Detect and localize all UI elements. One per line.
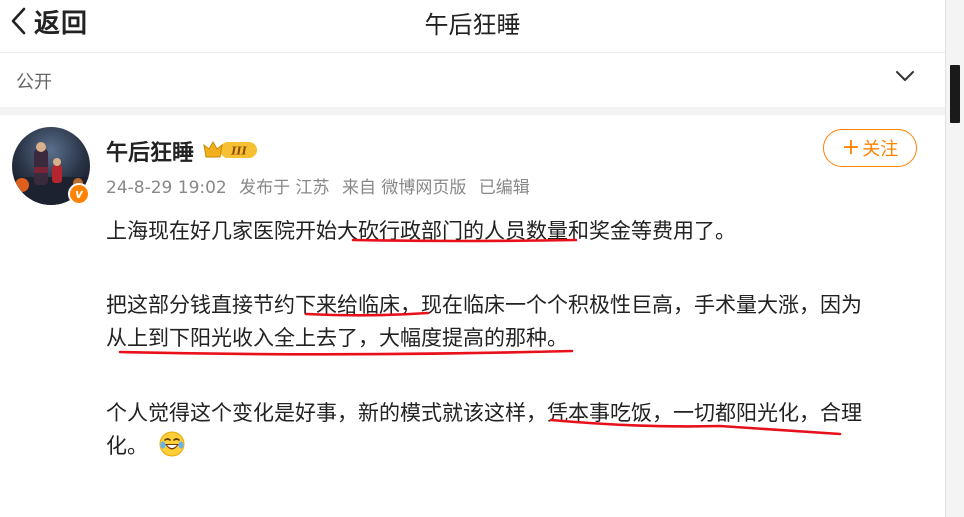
top-nav-bar: 返回 午后狂睡 <box>0 0 945 53</box>
plus-icon: + <box>841 135 861 160</box>
chevron-down-icon[interactable] <box>892 63 918 89</box>
post-text-line: 把这部分钱直接节约下来给临床，现在临床一个个积极性巨高，手术量大涨，因为 <box>106 293 862 317</box>
post-source: 来自 微博网页版 <box>341 178 467 198</box>
level-badge-text: III <box>230 145 247 158</box>
post-meta: 24-8-29 19:02 发布于 江苏 来自 微博网页版 已编辑 <box>106 173 537 198</box>
follow-button[interactable]: + 关注 <box>823 129 917 167</box>
visibility-label: 公开 <box>16 72 52 93</box>
post-text-line: 上海现在好几家医院开始大砍行政部门的人员数量和奖金等费用了。 <box>106 219 736 243</box>
post-edited[interactable]: 已编辑 <box>479 178 530 198</box>
post-text-line: 个人觉得这个变化是好事，新的模式就该这样，凭本事吃饭，一切都阳光化，合理 <box>106 401 862 425</box>
laugh-cry-emoji-icon <box>159 431 185 457</box>
page-title: 午后狂睡 <box>424 11 521 39</box>
visibility-row[interactable]: 公开 <box>0 53 945 107</box>
crown-icon[interactable]: III <box>202 139 258 161</box>
post-date[interactable]: 24-8-29 19:02 <box>106 178 227 198</box>
post-text-line: 化。 <box>106 430 185 460</box>
post-location: 发布于 江苏 <box>239 178 330 198</box>
verified-badge: v <box>68 183 90 205</box>
follow-label: 关注 <box>862 139 899 160</box>
author-name[interactable]: 午后狂睡 <box>106 135 194 167</box>
post-text-segment: 化。 <box>106 434 148 458</box>
scrollbar-thumb[interactable] <box>950 65 960 123</box>
post-text-line: 从上到下阳光收入全上去了，大幅度提高的那种。 <box>106 326 568 350</box>
section-divider <box>0 107 945 115</box>
